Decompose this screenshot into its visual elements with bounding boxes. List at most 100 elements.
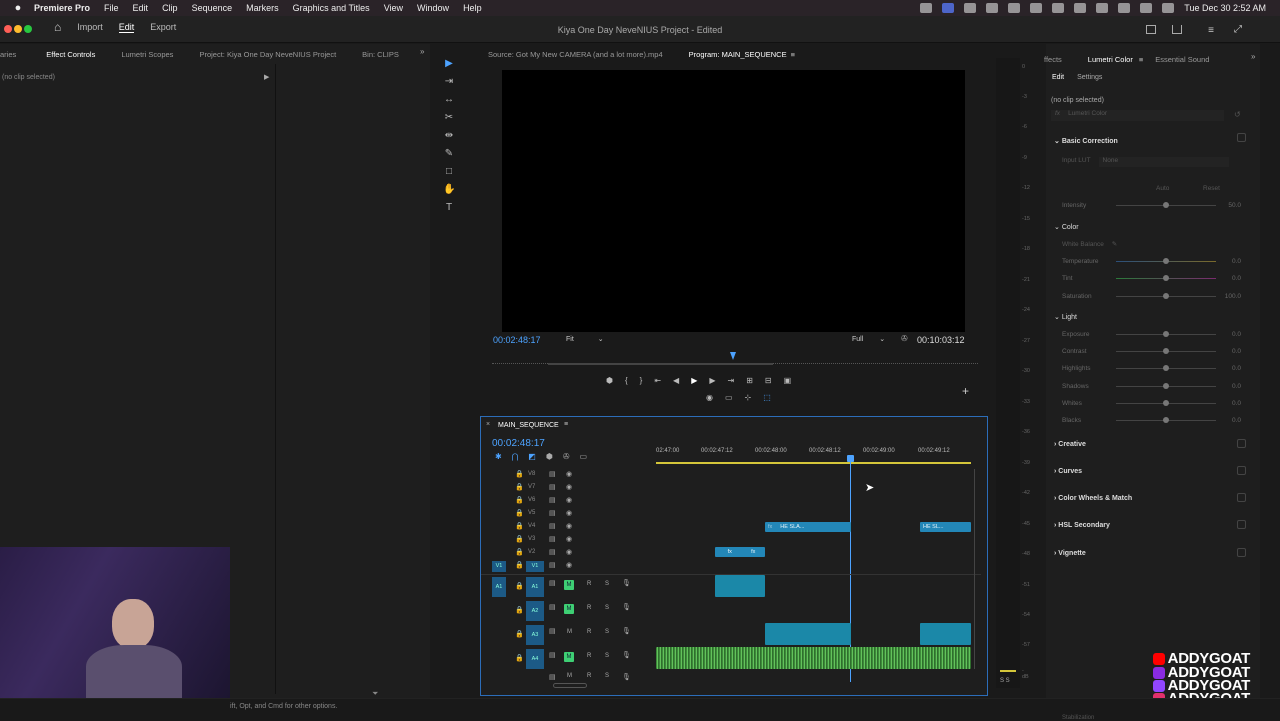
tab-source[interactable]: Source: Got My New CAMERA (and a lot mor… [488, 50, 663, 59]
record-button[interactable]: S [605, 673, 609, 679]
multicam-icon[interactable]: ⊹ [745, 393, 752, 402]
ripple-edit-icon[interactable]: ↔ [443, 94, 455, 106]
track-label[interactable]: V1 [526, 561, 544, 572]
sync-icon[interactable]: ▤ [549, 603, 556, 611]
snap-icon[interactable]: ⋂ [512, 452, 519, 461]
sequence-menu-icon[interactable]: ≡ [564, 421, 568, 428]
meter-solo[interactable]: S S [1000, 678, 1010, 684]
step-back-icon[interactable]: ◀ [673, 376, 679, 385]
lumetri-menu-icon[interactable]: ≡ [1139, 55, 1143, 64]
mute-button[interactable]: M [564, 580, 574, 590]
eye-icon[interactable]: ◉ [566, 561, 572, 569]
menu-window[interactable]: Window [417, 3, 449, 13]
track-select-icon[interactable]: ⇥ [443, 76, 455, 88]
mute-button[interactable]: M [567, 629, 572, 635]
tab-bin[interactable]: Bin: CLIPS [362, 50, 399, 59]
share-icon[interactable] [1172, 25, 1182, 34]
menu-file[interactable]: File [104, 3, 119, 13]
slider-value[interactable]: 0.0 [1232, 417, 1241, 424]
rectangle-tool-icon[interactable]: □ [443, 166, 455, 178]
section-toggle-checkbox[interactable] [1237, 439, 1246, 448]
pen-tool-icon[interactable]: ✎ [443, 148, 455, 160]
video-clip[interactable]: fx fx [715, 547, 765, 557]
saturation-slider[interactable]: Saturation 100.0 [1062, 292, 1247, 302]
microphone-icon[interactable]: 🎙 [622, 673, 631, 681]
tray-icon[interactable] [964, 3, 977, 13]
add-button-icon[interactable]: + [962, 384, 969, 398]
lock-icon[interactable]: 🔒 [515, 483, 524, 491]
wifi-icon[interactable] [1118, 3, 1131, 13]
slider-knob[interactable] [1163, 383, 1169, 389]
microphone-icon[interactable]: 🎙 [622, 651, 631, 659]
sync-icon[interactable]: ▤ [549, 470, 556, 478]
solo-button[interactable]: R [587, 629, 591, 635]
intensity-slider[interactable]: Intensity 50.0 [1062, 201, 1247, 211]
sync-icon[interactable]: ▤ [549, 673, 556, 681]
slider-value[interactable]: 0.0 [1232, 331, 1241, 338]
slider-value[interactable]: 0.0 [1232, 258, 1241, 265]
highlights-slider[interactable]: Highlights 0.0 [1062, 364, 1247, 374]
mute-button[interactable]: M [564, 652, 574, 662]
source-patch-a1[interactable]: A1 [492, 577, 506, 597]
lock-icon[interactable]: 🔒 [515, 509, 524, 517]
section-toggle-checkbox[interactable] [1237, 133, 1246, 142]
sync-icon[interactable]: ▤ [549, 548, 556, 556]
tab-effect-controls[interactable]: Effect Controls [46, 50, 95, 59]
settings-wrench-icon[interactable]: ✇ [901, 334, 908, 343]
temperature-slider[interactable]: Temperature 0.0 [1062, 257, 1247, 267]
audio-clip[interactable] [715, 575, 765, 597]
nest-icon[interactable]: ✱ [495, 452, 502, 461]
record-button[interactable]: S [605, 605, 609, 611]
sync-icon[interactable]: ▤ [549, 535, 556, 543]
tray-icon[interactable] [920, 3, 933, 13]
sync-icon[interactable]: ▤ [549, 509, 556, 517]
record-button[interactable]: S [605, 581, 609, 587]
sync-icon[interactable]: ▤ [549, 522, 556, 530]
menu-graphics[interactable]: Graphics and Titles [293, 3, 370, 13]
track-label[interactable]: A1 [526, 577, 544, 597]
clock[interactable]: Tue Dec 30 2:52 AM [1184, 3, 1266, 13]
mute-button[interactable]: M [564, 604, 574, 614]
sync-icon[interactable]: ▤ [549, 561, 556, 569]
slider-knob[interactable] [1163, 331, 1169, 337]
tray-icon[interactable] [1030, 3, 1043, 13]
auto-button[interactable]: Auto [1156, 185, 1169, 192]
eye-icon[interactable]: ◉ [566, 470, 572, 478]
tab-lumetri-scopes[interactable]: Lumetri Scopes [121, 50, 173, 59]
eye-icon[interactable]: ◉ [566, 509, 572, 517]
mute-button[interactable]: M [567, 673, 572, 679]
insert-icon[interactable]: ⊞ [746, 376, 753, 385]
workspaces-icon[interactable] [1146, 25, 1156, 34]
timeline-settings-icon[interactable]: ✇ [563, 452, 570, 461]
audio-clip[interactable] [765, 623, 851, 645]
add-marker-icon[interactable]: ⬢ [606, 376, 613, 385]
source-patch-v1[interactable]: V1 [492, 561, 506, 572]
eyedropper-icon[interactable]: ✎ [1112, 241, 1117, 248]
contrast-slider[interactable]: Contrast 0.0 [1062, 347, 1247, 357]
shadows-slider[interactable]: Shadows 0.0 [1062, 382, 1247, 392]
microphone-icon[interactable]: 🎙 [622, 603, 631, 611]
eye-icon[interactable]: ◉ [566, 483, 572, 491]
section-toggle-checkbox[interactable] [1237, 493, 1246, 502]
reset-icon[interactable]: ↺ [1234, 110, 1241, 119]
slider-knob[interactable] [1163, 348, 1169, 354]
track-label[interactable]: A2 [526, 601, 544, 621]
sync-icon[interactable]: ▤ [549, 651, 556, 659]
captions-icon[interactable]: ▭ [580, 452, 588, 461]
section-creative[interactable]: › Creative [1054, 441, 1086, 448]
audio-waveform-clip[interactable] [656, 647, 971, 669]
blacks-slider[interactable]: Blacks 0.0 [1062, 416, 1247, 426]
menu-markers[interactable]: Markers [246, 3, 279, 13]
slider-value[interactable]: 50.0 [1228, 202, 1241, 209]
tint-slider[interactable]: Tint 0.0 [1062, 274, 1247, 284]
lumetri-fx-dropdown[interactable]: fx Lumetri Color [1051, 110, 1224, 121]
microphone-icon[interactable]: 🎙 [622, 579, 631, 587]
slider-knob[interactable] [1163, 202, 1169, 208]
timeline-timecode[interactable]: 00:02:48:17 [492, 438, 545, 449]
fit-dropdown[interactable]: Fit ⌄ [566, 335, 604, 343]
tab-essential-sound[interactable]: Essential Sound [1155, 55, 1209, 64]
slider-knob[interactable] [1163, 365, 1169, 371]
slider-value[interactable]: 100.0 [1225, 293, 1241, 300]
whites-slider[interactable]: Whites 0.0 [1062, 399, 1247, 409]
fullscreen-icon[interactable]: ⤢ [1234, 24, 1242, 35]
